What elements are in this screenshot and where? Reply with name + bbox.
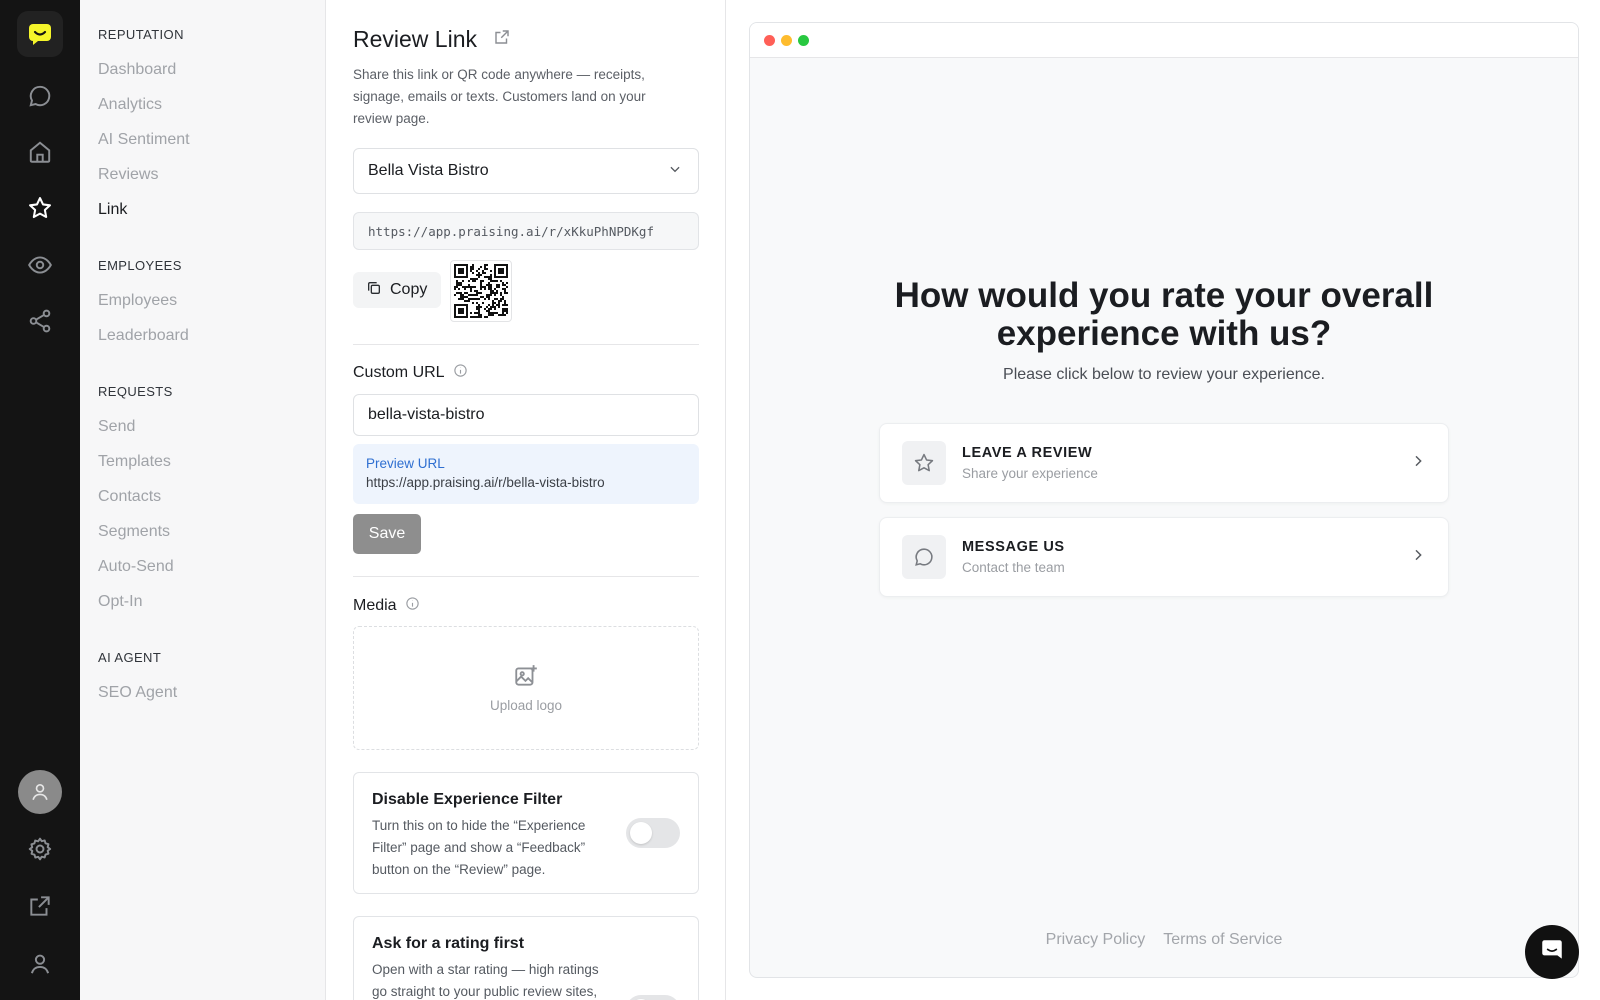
chevron-down-icon: [668, 162, 682, 181]
profile-icon[interactable]: [22, 946, 58, 982]
disable-filter-description: Turn this on to hide the “Experience Fil…: [372, 818, 586, 877]
nav-item-analytics[interactable]: Analytics: [98, 96, 162, 114]
toggle-knob: [630, 822, 652, 844]
preview-headline-text: How would you rate your overall experien…: [894, 276, 1434, 353]
preview-url-label: Preview URL: [366, 456, 445, 471]
nav-item-leaderboard[interactable]: Leaderboard: [98, 327, 189, 345]
home-icon[interactable]: [22, 134, 58, 170]
image-add-icon: [513, 663, 539, 692]
browser-bar: [750, 23, 1578, 58]
terms-of-service-link[interactable]: Terms of Service: [1163, 931, 1282, 949]
message-us-title: MESSAGE US: [962, 539, 1065, 555]
rating-first-toggle[interactable]: [626, 995, 680, 1000]
nav-item-send[interactable]: Send: [98, 418, 135, 436]
nav-item-link[interactable]: Link: [98, 201, 127, 219]
copy-label: Copy: [390, 281, 428, 298]
nav-section-employees: EMPLOYEES: [98, 258, 182, 273]
rating-first-title: Ask for a rating first: [372, 935, 525, 952]
page-description: Share this link or QR code anywhere — re…: [353, 67, 646, 126]
preview-url-box: Preview URL https://app.praising.ai/r/be…: [353, 444, 699, 504]
review-link-settings: Review Link Share this link or QR code a…: [326, 0, 726, 1000]
info-icon[interactable]: [405, 596, 420, 616]
qr-code[interactable]: [450, 260, 512, 322]
copy-icon: [366, 280, 382, 301]
rating-first-description: Open with a star rating — high ratings g…: [372, 962, 599, 999]
nav-section-ai-agent: AI AGENT: [98, 650, 162, 665]
nav-item-employees[interactable]: Employees: [98, 292, 177, 310]
nav-item-auto-send[interactable]: Auto-Send: [98, 558, 174, 576]
open-external-icon[interactable]: [493, 28, 511, 51]
disable-filter-toggle[interactable]: [626, 818, 680, 848]
nav-item-templates[interactable]: Templates: [98, 453, 171, 471]
nav-item-dashboard[interactable]: Dashboard: [98, 61, 176, 79]
page-title: Review Link: [353, 26, 477, 52]
review-url-field[interactable]: https://app.praising.ai/r/xKkuPhNPDKgf: [353, 212, 699, 250]
nav-item-reviews[interactable]: Reviews: [98, 166, 158, 184]
rating-first-card: Ask for a rating first Open with a star …: [353, 916, 699, 1000]
divider: [353, 344, 699, 345]
nav-item-segments[interactable]: Segments: [98, 523, 170, 541]
preview-subline: Please click below to review your experi…: [1003, 366, 1325, 383]
chat-bubble-icon: [902, 535, 946, 579]
upload-logo-label: Upload logo: [489, 698, 563, 713]
window-close-dot: [764, 34, 775, 46]
nav-item-opt-in[interactable]: Opt-In: [98, 593, 142, 611]
nav-item-seo-agent[interactable]: SEO Agent: [98, 684, 177, 702]
logo-icon[interactable]: [17, 11, 63, 57]
eye-icon[interactable]: [22, 247, 58, 283]
review-page-preview: How would you rate your overall experien…: [749, 22, 1579, 978]
messages-icon[interactable]: [22, 78, 58, 114]
custom-url-label-row: Custom URL: [353, 363, 468, 383]
disable-filter-card: Disable Experience Filter Turn this on t…: [353, 772, 699, 894]
share-icon[interactable]: [22, 303, 58, 339]
save-button[interactable]: Save: [353, 514, 421, 554]
leave-review-title: LEAVE A REVIEW: [962, 445, 1093, 461]
nav-section-requests: REQUESTS: [98, 384, 173, 399]
avatar-icon[interactable]: [18, 770, 62, 814]
preview-headline: How would you rate your overall experien…: [750, 277, 1578, 353]
custom-url-label: Custom URL: [353, 364, 445, 381]
leave-review-option[interactable]: LEAVE A REVIEW Share your experience: [879, 423, 1449, 503]
title-row: Review Link: [353, 26, 511, 53]
preview-footer: Privacy Policy Terms of Service: [750, 931, 1578, 949]
message-us-option[interactable]: MESSAGE US Contact the team: [879, 517, 1449, 597]
chat-icon: [1539, 937, 1565, 968]
star-icon: [902, 441, 946, 485]
custom-url-input[interactable]: bella-vista-bistro: [353, 394, 699, 436]
window-maximize-dot: [798, 34, 809, 46]
section-nav: REPUTATION Dashboard Analytics AI Sentim…: [80, 0, 326, 1000]
location-select-value: Bella Vista Bistro: [368, 162, 489, 179]
media-label-row: Media: [353, 596, 420, 616]
disable-filter-title: Disable Experience Filter: [372, 791, 563, 808]
copy-button[interactable]: Copy: [353, 272, 441, 308]
icon-rail: [0, 0, 80, 1000]
chat-widget-button[interactable]: [1525, 925, 1579, 979]
message-us-subtitle: Contact the team: [962, 560, 1065, 575]
settings-icon[interactable]: [22, 831, 58, 867]
logo-upload-dropzone[interactable]: Upload logo: [353, 626, 699, 750]
media-label: Media: [353, 597, 397, 614]
nav-section-reputation: REPUTATION: [98, 27, 184, 42]
leave-review-subtitle: Share your experience: [962, 466, 1098, 481]
info-icon[interactable]: [453, 363, 468, 383]
chevron-right-icon: [1410, 453, 1426, 474]
divider: [353, 576, 699, 577]
privacy-policy-link[interactable]: Privacy Policy: [1046, 931, 1146, 949]
nav-item-contacts[interactable]: Contacts: [98, 488, 161, 506]
window-minimize-dot: [781, 34, 792, 46]
location-select[interactable]: Bella Vista Bistro: [353, 148, 699, 194]
external-link-icon[interactable]: [22, 888, 58, 924]
nav-item-ai-sentiment[interactable]: AI Sentiment: [98, 131, 190, 149]
star-icon[interactable]: [22, 190, 58, 226]
preview-url-value: https://app.praising.ai/r/bella-vista-bi…: [366, 475, 605, 490]
chevron-right-icon: [1410, 547, 1426, 568]
